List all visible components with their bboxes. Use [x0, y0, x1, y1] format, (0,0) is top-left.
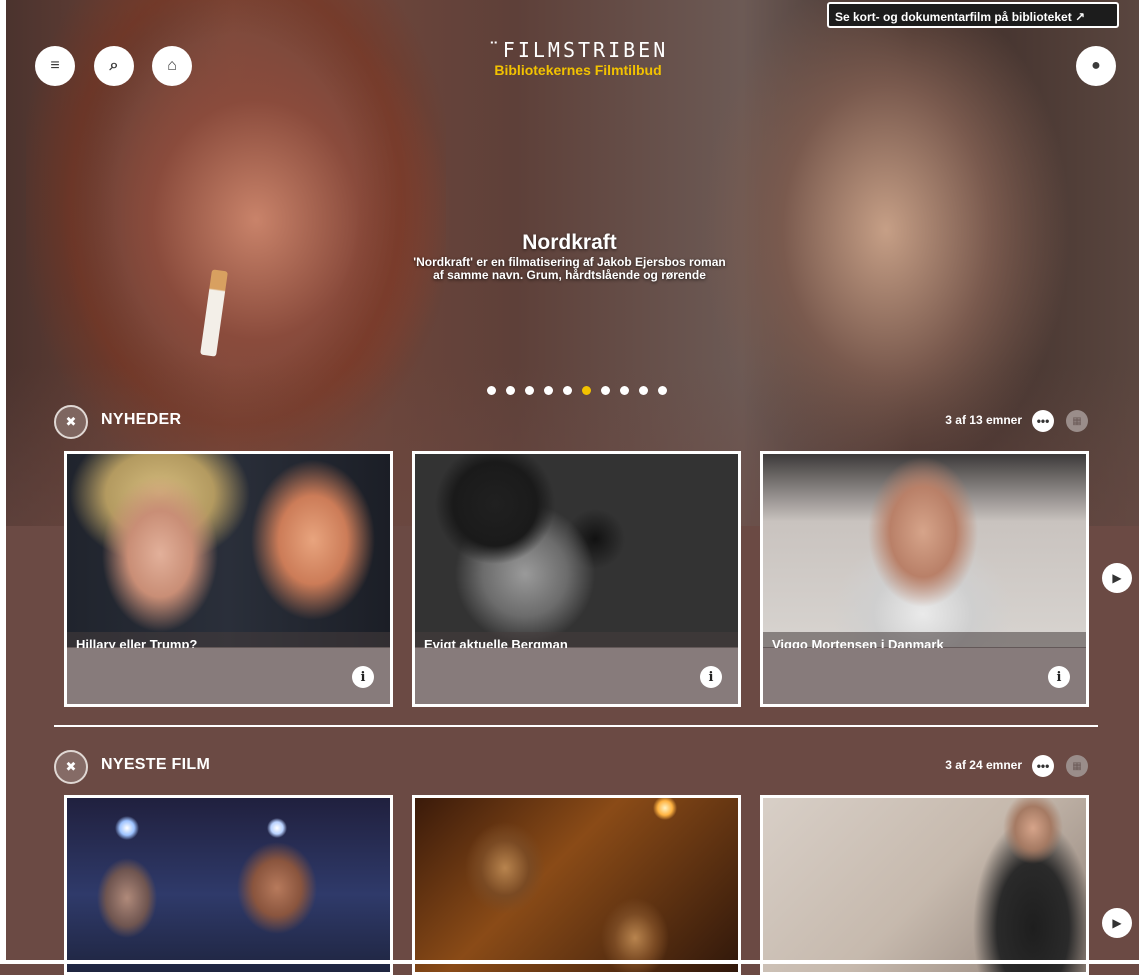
- close-icon: ✖: [65, 414, 77, 429]
- card-thumbnail[interactable]: [67, 454, 390, 647]
- section-title: NYHEDER: [101, 411, 182, 428]
- play-next-icon: ▶: [1112, 571, 1122, 585]
- carousel-dot[interactable]: [601, 386, 610, 395]
- home-icon: ⌂: [167, 57, 177, 74]
- card-thumbnail[interactable]: [763, 454, 1086, 647]
- card-thumbnail[interactable]: [415, 454, 738, 647]
- grid-icon: ▦: [1072, 415, 1082, 427]
- bottom-border: [0, 960, 1139, 964]
- next-arrow-button[interactable]: ▶: [1102, 908, 1132, 938]
- page: Nordkraft 'Nordkraft' er en filmatiserin…: [0, 0, 1139, 975]
- user-icon: ●: [1091, 57, 1101, 74]
- content-card[interactable]: Hillary eller Trump? i: [64, 451, 393, 707]
- item-count: 3 af 13 emner: [945, 413, 1022, 427]
- logo-wordmark: ¨FILMSTRIBEN: [487, 38, 669, 62]
- section-header-nyeste-film: ✖ NYESTE FILM 3 af 24 emner ••• ▦: [54, 750, 1094, 784]
- menu-button[interactable]: ≡: [35, 46, 75, 86]
- hero-description: 'Nordkraft' er en filmatisering af Jakob…: [413, 255, 726, 282]
- carousel-dot-active[interactable]: [582, 386, 591, 395]
- info-button[interactable]: i: [700, 666, 722, 688]
- grid-view-button[interactable]: ▦: [1066, 755, 1088, 777]
- play-next-icon: ▶: [1112, 916, 1122, 930]
- content-card[interactable]: [64, 795, 393, 975]
- carousel-dot[interactable]: [658, 386, 667, 395]
- card-thumbnail[interactable]: [763, 798, 1086, 972]
- user-button[interactable]: ●: [1076, 46, 1116, 86]
- item-count: 3 af 24 emner: [945, 758, 1022, 772]
- more-icon: •••: [1036, 414, 1050, 428]
- info-icon: i: [1056, 669, 1062, 685]
- grid-view-button[interactable]: ▦: [1066, 410, 1088, 432]
- info-button[interactable]: i: [352, 666, 374, 688]
- content-card[interactable]: [412, 795, 741, 975]
- card-caption: Evigt aktuelle Bergman: [415, 632, 738, 648]
- left-border: [0, 0, 6, 964]
- site-logo[interactable]: ¨FILMSTRIBEN Bibliotekernes Filmtilbud: [458, 38, 698, 78]
- carousel-dot[interactable]: [487, 386, 496, 395]
- section-header-nyheder: ✖ NYHEDER 3 af 13 emner ••• ▦: [54, 405, 1094, 439]
- carousel-dot[interactable]: [563, 386, 572, 395]
- carousel-dot[interactable]: [506, 386, 515, 395]
- card-caption: Viggo Mortensen i Danmark: [763, 632, 1086, 648]
- carousel-dot[interactable]: [620, 386, 629, 395]
- search-button[interactable]: ⌕: [94, 46, 134, 86]
- close-icon: ✖: [65, 759, 77, 774]
- carousel-dot[interactable]: [525, 386, 534, 395]
- section-divider: [54, 725, 1098, 727]
- more-options-button[interactable]: •••: [1032, 410, 1054, 432]
- content-card[interactable]: Viggo Mortensen i Danmark i: [760, 451, 1089, 707]
- close-section-button[interactable]: ✖: [54, 405, 88, 439]
- menu-icon: ≡: [50, 57, 60, 74]
- hero-text-block: Nordkraft 'Nordkraft' er en filmatiserin…: [0, 230, 1139, 282]
- grid-icon: ▦: [1072, 760, 1082, 772]
- content-card[interactable]: [760, 795, 1089, 975]
- next-arrow-button[interactable]: ▶: [1102, 563, 1132, 593]
- carousel-dot[interactable]: [639, 386, 648, 395]
- info-icon: i: [708, 669, 714, 685]
- carousel-dot[interactable]: [544, 386, 553, 395]
- search-icon: ⌕: [109, 57, 119, 74]
- info-button[interactable]: i: [1048, 666, 1070, 688]
- more-options-button[interactable]: •••: [1032, 755, 1054, 777]
- card-thumbnail[interactable]: [67, 798, 390, 972]
- section-title: NYESTE FILM: [101, 756, 211, 773]
- carousel-dots: [487, 386, 667, 395]
- close-section-button[interactable]: ✖: [54, 750, 88, 784]
- content-card[interactable]: Evigt aktuelle Bergman i: [412, 451, 741, 707]
- logo-tagline: Bibliotekernes Filmtilbud: [494, 62, 662, 78]
- card-caption: Hillary eller Trump?: [67, 632, 390, 648]
- external-films-link[interactable]: Se kort- og dokumentarfilm på biblioteke…: [827, 2, 1119, 28]
- home-button[interactable]: ⌂: [152, 46, 192, 86]
- info-icon: i: [360, 669, 366, 685]
- card-thumbnail[interactable]: [415, 798, 738, 972]
- more-icon: •••: [1036, 759, 1050, 773]
- hero-title[interactable]: Nordkraft: [0, 230, 1139, 256]
